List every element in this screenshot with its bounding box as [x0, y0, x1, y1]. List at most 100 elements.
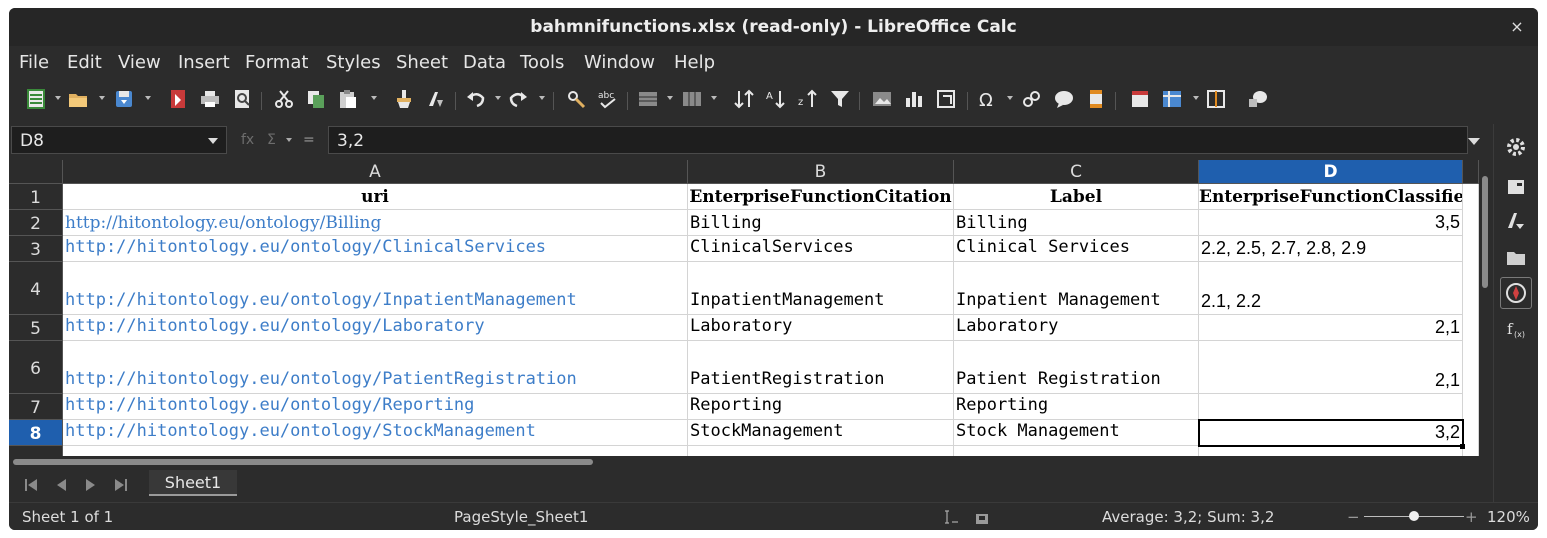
formula-input[interactable]: 3,2 [328, 126, 1468, 154]
show-draw-functions-icon[interactable] [1247, 88, 1269, 110]
zoom-out-button[interactable]: − [1347, 508, 1360, 526]
sum-icon[interactable]: Σ [267, 132, 276, 148]
name-box[interactable]: D8 [11, 126, 227, 154]
classified-cell[interactable]: 3,5 [1199, 210, 1463, 236]
headers-footers-icon[interactable] [1085, 88, 1107, 110]
define-print-area-icon[interactable] [1129, 88, 1151, 110]
special-character-icon[interactable]: Ω [977, 88, 999, 111]
classified-cell[interactable]: 2.1, 2.2 [1199, 262, 1463, 315]
uri-cell[interactable]: http://hitontology.eu/ontology/Inpatient… [63, 262, 688, 315]
page-style[interactable]: PageStyle_Sheet1 [454, 508, 588, 526]
row-header[interactable]: 6 [9, 341, 63, 394]
citation-cell[interactable]: InpatientManagement [688, 262, 954, 315]
uri-cell[interactable]: http://hitontology.eu/ontology/Laborator… [63, 315, 688, 341]
image-icon[interactable] [871, 88, 893, 110]
sort-descending-icon[interactable]: z [797, 88, 819, 110]
menu-sheet[interactable]: Sheet [396, 52, 448, 73]
citation-cell[interactable]: ClinicalServices [688, 236, 954, 262]
row-header[interactable]: 3 [9, 236, 63, 262]
sort-icon[interactable] [733, 88, 755, 110]
row-header[interactable] [9, 446, 63, 456]
header-cell-classified[interactable]: EnterpriseFunctionClassified [1199, 184, 1463, 210]
chevron-down-icon[interactable] [208, 138, 218, 144]
header-cell-uri[interactable]: uri [63, 184, 688, 210]
row-header[interactable]: 2 [9, 210, 63, 236]
zoom-level[interactable]: 120% [1487, 508, 1530, 526]
styles-icon[interactable] [1505, 210, 1527, 232]
row-header[interactable]: 7 [9, 394, 63, 420]
next-sheet-icon[interactable] [83, 477, 99, 493]
column-icon[interactable] [681, 88, 703, 110]
document-modified-icon[interactable] [975, 511, 989, 524]
label-cell[interactable]: Inpatient Management [954, 262, 1199, 315]
last-sheet-icon[interactable] [113, 477, 129, 493]
new-icon[interactable] [25, 88, 47, 110]
header-cell-label[interactable]: Label [954, 184, 1199, 210]
uri-cell[interactable]: http://hitontology.eu/ontology/Reporting [63, 394, 688, 420]
label-cell[interactable]: Reporting [954, 394, 1199, 420]
close-button[interactable]: × [1508, 17, 1526, 36]
print-preview-icon[interactable] [231, 88, 253, 110]
clear-formatting-icon[interactable] [425, 88, 447, 110]
expand-formula-bar-icon[interactable] [1468, 138, 1480, 145]
export-pdf-icon[interactable] [167, 88, 189, 110]
autofilter-icon[interactable] [829, 88, 851, 110]
freeze-rows-columns-icon[interactable] [1161, 88, 1183, 110]
menu-file[interactable]: File [19, 52, 49, 73]
redo-icon[interactable] [507, 88, 529, 110]
cut-icon[interactable] [273, 88, 295, 110]
classified-cell[interactable]: 2,1 [1199, 341, 1463, 394]
uri-cell[interactable]: http://hitontology.eu/ontology/Billing [63, 210, 688, 236]
functions-icon[interactable]: f (x) [1505, 318, 1527, 340]
citation-cell[interactable]: PatientRegistration [688, 341, 954, 394]
uri-cell[interactable]: http://hitontology.eu/ontology/ClinicalS… [63, 236, 688, 262]
classified-cell[interactable] [1199, 394, 1463, 420]
citation-cell[interactable]: Reporting [688, 394, 954, 420]
horizontal-scrollbar-thumb[interactable] [13, 459, 593, 465]
spelling-icon[interactable]: abc [597, 88, 619, 110]
sort-ascending-icon[interactable]: A [765, 88, 787, 110]
sum-dropdown-icon[interactable] [286, 138, 292, 142]
column-header-c[interactable]: C [954, 160, 1199, 184]
row-header[interactable]: 8 [9, 420, 63, 446]
empty-cell[interactable] [954, 446, 1199, 456]
empty-cell[interactable] [688, 446, 954, 456]
classified-cell[interactable]: 2.2, 2.5, 2.7, 2.8, 2.9 [1199, 236, 1463, 262]
vertical-scrollbar[interactable] [1479, 160, 1493, 476]
copy-icon[interactable] [305, 88, 327, 110]
hyperlink-icon[interactable] [1021, 88, 1043, 110]
citation-cell[interactable]: Laboratory [688, 315, 954, 341]
menu-data[interactable]: Data [463, 52, 506, 73]
empty-cell[interactable] [1199, 446, 1463, 456]
menu-help[interactable]: Help [674, 52, 715, 73]
label-cell[interactable]: Billing [954, 210, 1199, 236]
clone-formatting-icon[interactable] [393, 88, 415, 110]
column-header-b[interactable]: B [688, 160, 954, 184]
label-cell[interactable]: Patient Registration [954, 341, 1199, 394]
pivot-table-icon[interactable] [935, 88, 957, 110]
first-sheet-icon[interactable] [23, 477, 39, 493]
menu-window[interactable]: Window [584, 52, 655, 73]
uri-cell[interactable]: http://hitontology.eu/ontology/StockMana… [63, 420, 688, 446]
print-icon[interactable] [199, 88, 221, 110]
menu-format[interactable]: Format [245, 52, 308, 73]
split-window-icon[interactable] [1205, 88, 1227, 110]
undo-icon[interactable] [465, 88, 487, 110]
label-cell[interactable]: Clinical Services [954, 236, 1199, 262]
select-all-corner[interactable] [9, 160, 63, 184]
menu-edit[interactable]: Edit [67, 52, 102, 73]
paste-icon[interactable] [337, 88, 359, 110]
find-replace-icon[interactable] [565, 88, 587, 110]
citation-cell[interactable]: StockManagement [688, 420, 954, 446]
selection-summary[interactable]: Average: 3,2; Sum: 3,2 [1102, 508, 1274, 526]
menu-view[interactable]: View [118, 52, 161, 73]
uri-cell[interactable]: http://hitontology.eu/ontology/PatientRe… [63, 341, 688, 394]
gallery-icon[interactable] [1505, 246, 1527, 268]
spreadsheet-grid[interactable]: A B C D 1 2 3 4 5 6 7 8 uri EnterpriseFu… [9, 160, 1479, 456]
column-header-a[interactable]: A [63, 160, 688, 184]
column-header-e[interactable] [1463, 160, 1479, 184]
empty-column[interactable] [1463, 184, 1479, 456]
label-cell[interactable]: Laboratory [954, 315, 1199, 341]
classified-cell[interactable]: 2,1 [1199, 315, 1463, 341]
menu-styles[interactable]: Styles [326, 52, 381, 73]
